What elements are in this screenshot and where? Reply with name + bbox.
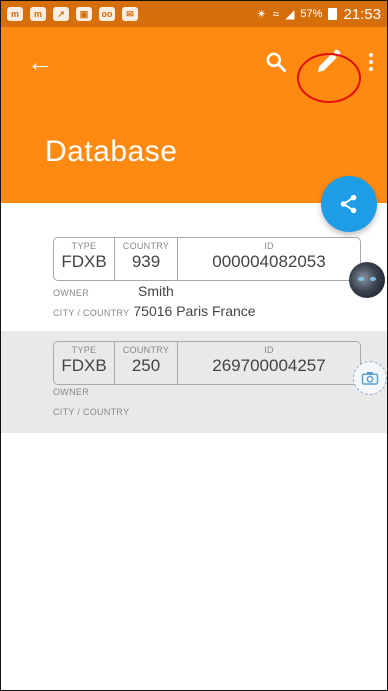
clock: 21:53 [343,5,381,23]
owner-label: OWNER [53,288,89,298]
share-icon [340,194,357,214]
share-button[interactable] [321,176,377,232]
country-label: COUNTRY [122,241,170,251]
app-notification-icon: m [30,7,46,21]
city-country-label: CITY / COUNTRY [53,407,130,417]
record-list: TYPE FDXB COUNTRY 939 ID 000004082053 OW… [1,227,387,433]
type-label: TYPE [71,241,97,251]
mail-icon: ✉ [122,7,138,21]
search-icon[interactable] [263,49,289,75]
id-label: ID [264,345,274,355]
status-bar: m m ↗ ▣ oo ✉ ✴ ≈ ◢ 57% 21:53 [1,1,387,27]
more-vert-icon[interactable] [363,47,379,77]
phone-screen: m m ↗ ▣ oo ✉ ✴ ≈ ◢ 57% 21:53 ← Database [0,0,388,691]
id-value: 269700004257 [212,356,326,375]
battery-percent: 57% [300,8,323,20]
annotation-circle [297,53,361,103]
bluetooth-icon: ✴ [256,7,267,21]
country-value: 939 [131,252,161,271]
id-box: TYPE FDXB COUNTRY 250 ID 269700004257 [53,341,361,385]
battery-icon [328,8,338,20]
signal-icon: ◢ [285,7,295,21]
app-notification-icon: m [7,7,23,21]
camera-icon[interactable] [353,361,387,395]
type-value: FDXB [61,252,107,271]
voicemail-icon: oo [99,7,115,21]
id-label: ID [264,241,274,251]
image-icon: ▣ [76,7,92,21]
list-item[interactable]: TYPE FDXB COUNTRY 250 ID 269700004257 OW… [1,331,387,433]
owner-label: OWNER [53,387,89,397]
back-arrow-icon[interactable]: ← [25,47,55,77]
id-value: 000004082053 [212,252,326,271]
country-label: COUNTRY [122,345,170,355]
country-value: 250 [131,356,161,375]
list-item[interactable]: TYPE FDXB COUNTRY 939 ID 000004082053 OW… [1,227,387,331]
type-label: TYPE [71,345,97,355]
owner-value: Smith [138,283,174,299]
city-country-value: 75016 Paris France [133,303,256,319]
wifi-share-icon: ↗ [53,7,69,21]
city-country-label: CITY / COUNTRY [53,308,130,318]
page-title: Database [45,135,178,168]
type-value: FDXB [61,356,107,375]
id-box: TYPE FDXB COUNTRY 939 ID 000004082053 [53,237,361,281]
pet-photo-avatar[interactable] [349,262,385,298]
wifi-icon: ≈ [272,7,280,21]
